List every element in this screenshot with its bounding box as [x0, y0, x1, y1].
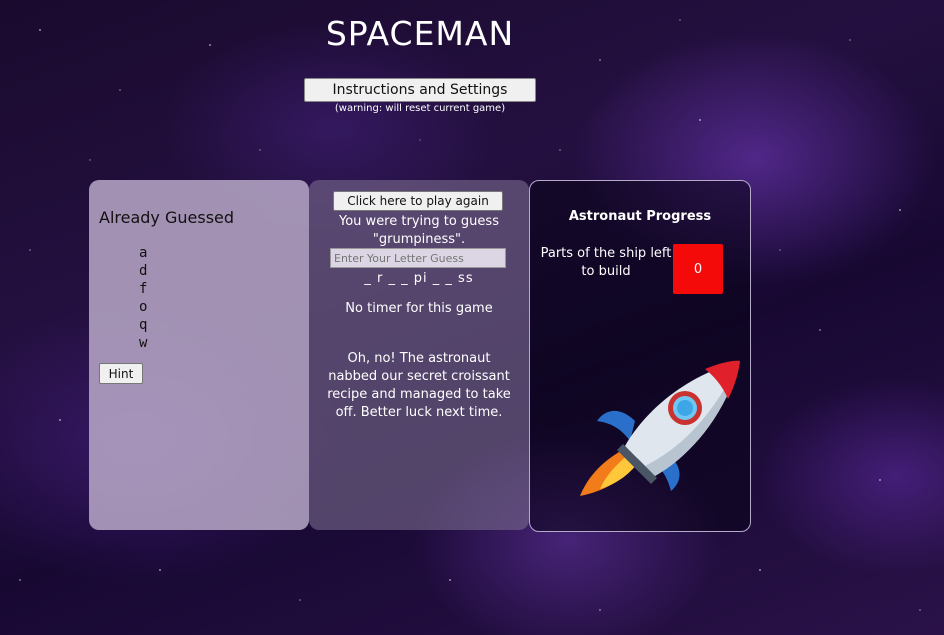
instructions-settings-button[interactable]: Instructions and Settings: [304, 78, 536, 102]
hint-button[interactable]: Hint: [99, 363, 143, 384]
result-message: Oh, no! The astronaut nabbed our secret …: [327, 351, 511, 420]
timer-text: No timer for this game: [345, 301, 493, 316]
parts-left-count: 0: [673, 244, 723, 294]
reset-warning: (warning: will reset current game): [334, 103, 506, 114]
guessed-letters-list: a d f o q w: [139, 244, 147, 352]
letter-guess-input[interactable]: [330, 248, 506, 268]
page-title: SPACEMAN: [325, 14, 515, 53]
rocket-icon: [580, 360, 740, 496]
guessed-letter: w: [139, 335, 148, 351]
astronaut-progress-panel: Astronaut Progress Parts of the ship lef…: [529, 180, 751, 532]
play-again-button[interactable]: Click here to play again: [333, 191, 503, 211]
guessed-letter: q: [139, 317, 148, 333]
guessed-letter: o: [139, 299, 148, 315]
game-panel: Click here to play again You were trying…: [309, 180, 529, 530]
word-progress: _ r _ _ pi _ _ ss: [364, 271, 474, 286]
already-guessed-title: Already Guessed: [99, 208, 235, 227]
trying-message: You were trying to guess "grumpiness".: [339, 214, 499, 247]
astronaut-progress-title: Astronaut Progress: [568, 209, 712, 224]
guessed-letter: a: [139, 245, 148, 261]
guessed-letter: d: [139, 263, 148, 279]
parts-left-label: Parts of the ship left to build: [540, 246, 672, 279]
guessed-letter: f: [139, 281, 148, 297]
already-guessed-panel: Already Guessed a d f o q w Hint: [89, 180, 309, 530]
